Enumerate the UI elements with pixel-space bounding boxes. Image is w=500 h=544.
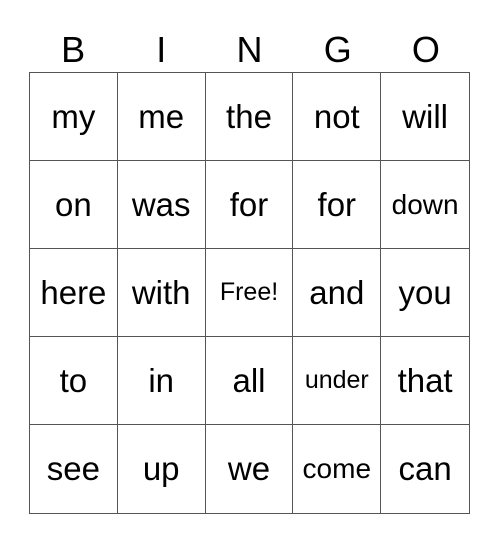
bingo-cell[interactable]: under <box>293 337 382 425</box>
bingo-cell[interactable]: the <box>205 73 294 161</box>
bingo-cell[interactable]: in <box>117 337 206 425</box>
header-letter-g: G <box>323 29 352 70</box>
bingo-cell[interactable]: here <box>30 249 118 337</box>
bingo-header: B I N G O <box>29 28 470 72</box>
bingo-cell[interactable]: my <box>30 73 118 161</box>
bingo-grid: my me the not will on was for for down here with Fre… <box>29 72 470 514</box>
header-letter-b: B <box>61 29 86 70</box>
bingo-cell[interactable]: for <box>205 161 294 249</box>
bingo-cell[interactable]: see <box>30 425 118 513</box>
bingo-cell[interactable]: we <box>206 425 294 513</box>
bingo-cell[interactable]: and <box>293 249 382 337</box>
bingo-cell[interactable]: you <box>381 249 469 337</box>
header-letter-o: O <box>411 29 440 70</box>
bingo-cell[interactable]: on <box>30 161 118 249</box>
free-space-cell[interactable]: Free! <box>205 249 294 337</box>
bingo-cell[interactable]: come <box>293 425 382 513</box>
bingo-cell[interactable]: can <box>381 425 469 513</box>
bingo-cell[interactable]: up <box>118 425 206 513</box>
bingo-cell[interactable]: me <box>117 73 206 161</box>
bingo-cell[interactable]: for <box>293 161 382 249</box>
bingo-cell[interactable]: down <box>381 161 469 249</box>
bingo-cell[interactable]: with <box>117 249 206 337</box>
header-letter-n: N <box>236 29 263 70</box>
bingo-cell[interactable]: to <box>30 337 118 425</box>
header-letter-i: I <box>156 29 167 70</box>
bingo-cell[interactable]: that <box>381 337 469 425</box>
bingo-cell[interactable]: all <box>205 337 294 425</box>
bingo-cell[interactable]: was <box>117 161 206 249</box>
bingo-cell[interactable]: not <box>293 73 382 161</box>
bingo-cell[interactable]: will <box>381 73 469 161</box>
